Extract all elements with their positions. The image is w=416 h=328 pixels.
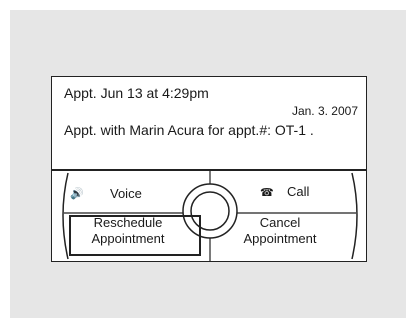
reschedule-appointment-button[interactable]: Reschedule Appointment: [68, 215, 188, 247]
display-screen: Appt. Jun 13 at 4:29pm Jan. 3. 2007 Appt…: [51, 76, 367, 262]
call-button[interactable]: Call: [287, 184, 309, 199]
phone-handset-icon: ☎: [260, 187, 274, 199]
cancel-label-line1: Cancel: [259, 215, 301, 230]
reschedule-label-line1: Reschedule: [93, 215, 163, 230]
speaker-icon: 🔊: [70, 188, 84, 200]
cancel-label-line2: Appointment: [243, 231, 317, 246]
voice-button[interactable]: Voice: [110, 186, 142, 201]
cancel-appointment-button[interactable]: Cancel Appointment: [220, 215, 340, 247]
reschedule-label-line2: Appointment: [91, 231, 165, 246]
